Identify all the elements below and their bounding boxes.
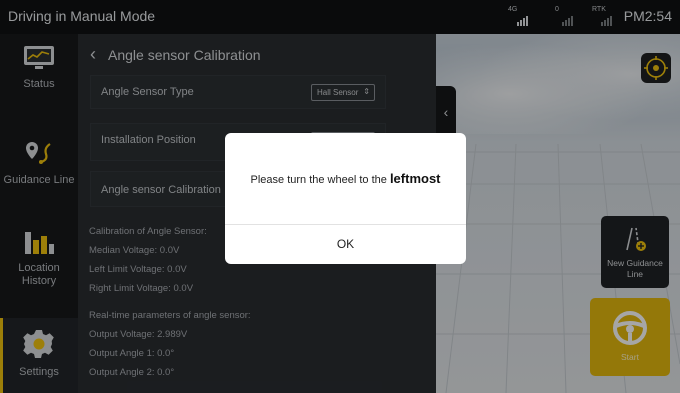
ok-button[interactable]: OK [225, 225, 466, 264]
calibration-dialog: Please turn the wheel to the leftmost OK [225, 133, 466, 264]
dialog-message-emphasis: leftmost [389, 171, 441, 186]
dialog-message: Please turn the wheel to the leftmost [250, 171, 441, 186]
